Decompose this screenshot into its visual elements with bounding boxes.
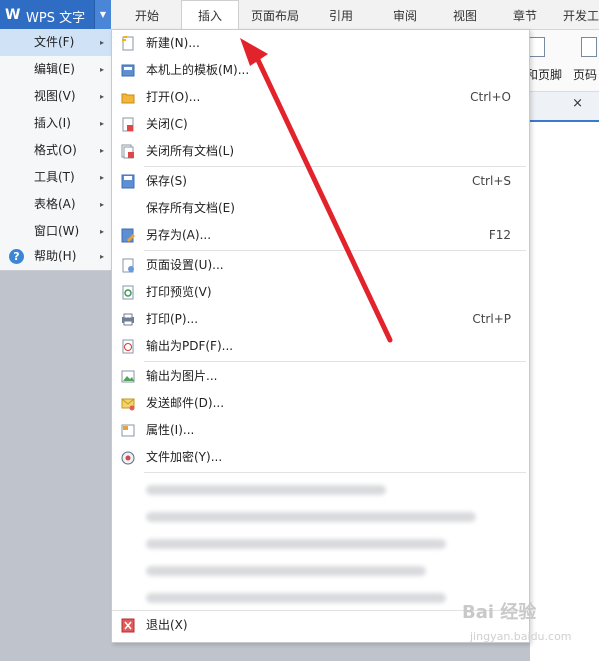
watermark-logo: Bai 经验 xyxy=(462,602,537,623)
annotation-arrow xyxy=(240,38,393,343)
arrow-shaft xyxy=(255,57,393,343)
arrow-head xyxy=(240,38,268,66)
watermark-url: jingyan.baidu.com xyxy=(470,630,572,643)
